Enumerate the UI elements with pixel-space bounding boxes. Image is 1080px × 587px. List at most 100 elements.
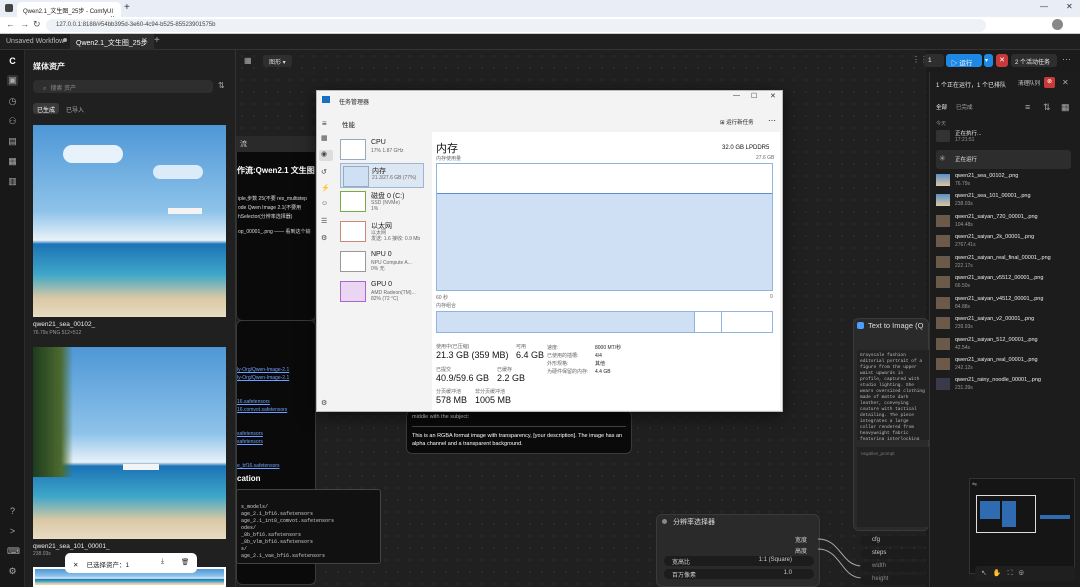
run-button[interactable]: ▷ 运行 <box>946 54 982 67</box>
close-window-icon[interactable]: ✕ <box>1066 2 1073 11</box>
clear-queue-button[interactable]: 清理队列 <box>1018 79 1040 87</box>
fit-view-icon[interactable]: ⛶ <box>1008 570 1019 577</box>
services-icon[interactable]: ⚙ <box>321 234 327 242</box>
queue-item[interactable]: qwen21_rainy_noodle_00001_.png 231.39s <box>936 376 1071 395</box>
height-widget[interactable]: height <box>860 575 929 585</box>
queue-tab-all[interactable]: 全部 <box>936 103 947 111</box>
batch-count-input[interactable]: 1 <box>924 54 944 67</box>
processes-icon[interactable]: ▦ <box>321 134 328 142</box>
media-assets-icon[interactable]: ▣ <box>7 75 18 86</box>
model-library-icon[interactable]: ▤ <box>7 136 18 147</box>
tab-generated[interactable]: 已生成 <box>33 103 60 114</box>
megapixels-widget[interactable]: 百万像素 1.0 <box>664 569 814 579</box>
queue-item[interactable]: qwen21_saiyan_v2_00001_.png 239.93s <box>936 315 1071 334</box>
active-tasks-button[interactable]: 2 个活动任务 <box>1011 54 1057 67</box>
model-link[interactable]: 16.comvot.safetensors <box>237 406 289 414</box>
asset-thumbnail-1[interactable] <box>33 125 226 317</box>
graph-mode-button[interactable]: 图形 ▾ <box>263 55 292 67</box>
asset-thumbnail-2[interactable] <box>33 347 226 539</box>
grid-view-icon[interactable]: ▦ <box>1061 102 1070 113</box>
queue-item[interactable]: qwen21_saiyan_2k_00001_.png 2767.41s <box>936 233 1071 252</box>
stop-button[interactable]: ✕ <box>996 54 1008 67</box>
terminal-icon[interactable]: > <box>7 526 18 537</box>
maximize-icon[interactable]: ☐ <box>751 92 757 100</box>
workflow-tab-unsaved[interactable]: Unsaved Workflow <box>0 34 70 50</box>
reload-icon[interactable]: ↻ <box>33 19 41 30</box>
close-tab-icon[interactable]: ✕ <box>141 36 148 45</box>
tab-imported[interactable]: 已导入 <box>62 103 88 114</box>
side-item-gpu[interactable]: GPU 0 AMD Radeon(TM)... 82% (72 °C) <box>340 281 424 305</box>
panel-toggle-icon[interactable]: ▦ <box>244 56 252 65</box>
model-link[interactable]: 16.safetensors <box>237 398 289 406</box>
close-panel-icon[interactable]: ✕ <box>1062 78 1069 87</box>
model-link[interactable]: safetensors <box>237 438 289 446</box>
templates-icon[interactable]: ▥ <box>7 176 18 187</box>
new-tab-icon[interactable]: + <box>124 2 130 13</box>
queue-item[interactable]: qwen21_saiyan_720_00001_.png 104.48s <box>936 213 1071 232</box>
add-workflow-icon[interactable]: + <box>154 35 160 46</box>
run-new-task-button[interactable]: ⊞ 运行新任务 <box>720 118 754 126</box>
minimize-icon[interactable]: — <box>1040 2 1048 11</box>
tm-settings-icon[interactable]: ⚙ <box>321 399 327 407</box>
steps-widget[interactable]: steps <box>860 549 929 559</box>
more-options-icon[interactable]: ⋯ <box>768 116 776 125</box>
node-library-icon[interactable]: ⚇ <box>7 116 18 127</box>
forward-icon[interactable]: → <box>20 19 29 29</box>
pointer-icon[interactable]: ↖ <box>981 570 993 577</box>
performance-icon[interactable]: ◉ <box>319 150 333 161</box>
running-item[interactable]: 正在执行... 17:21:51 <box>936 128 1071 147</box>
side-item-cpu[interactable]: CPU 17% 1.87 GHz <box>340 139 424 163</box>
app-history-icon[interactable]: ↺ <box>321 168 327 176</box>
model-link[interactable]: ly-Org/Qwen-Image-2.1 <box>237 374 289 382</box>
startup-apps-icon[interactable]: ⚡ <box>321 184 330 192</box>
positive-prompt-text[interactable]: Grayscale fashion editorial portrait of … <box>857 350 929 440</box>
details-icon[interactable]: ☰ <box>321 217 327 225</box>
filter-icon[interactable]: ≡ <box>1025 102 1030 112</box>
sort-icon[interactable]: ⇅ <box>1043 102 1051 113</box>
hand-icon[interactable]: ✋ <box>993 570 1008 577</box>
zoom-icon[interactable]: ⊕ <box>1019 570 1030 577</box>
url-input[interactable]: 127.0.0.1:8188/#54bb395d-3e60-4c94-b525-… <box>46 19 986 32</box>
model-link[interactable]: safetensors <box>237 430 289 438</box>
close-icon[interactable]: ✕ <box>770 92 776 100</box>
settings-icon[interactable]: ⚙ <box>7 566 18 577</box>
minimap-settings-icon[interactable]: ⇋ <box>972 481 977 488</box>
more-menu-icon[interactable]: ⋯ <box>1062 54 1071 65</box>
back-icon[interactable]: ← <box>6 19 15 29</box>
side-item-ethernet[interactable]: 以太网 以太网 发送: 1.6 接收: 0.9 Mb <box>340 221 424 245</box>
queue-item[interactable]: qwen21_saiyan_real_final_00001_.png 222.1… <box>936 254 1071 273</box>
queue-item[interactable]: qwen21_saiyan_512_00001_.png 42.54s <box>936 336 1071 355</box>
model-link[interactable]: ly-Org/Qwen-Image-2.1 <box>237 366 289 374</box>
delete-icon[interactable]: 🗑 <box>181 558 189 566</box>
download-icon[interactable]: ⤓ <box>161 558 164 566</box>
minimap[interactable]: ⇋ <box>969 478 1075 574</box>
model-link[interactable]: e_bf16.safetensors <box>237 462 289 470</box>
node-collapse-dot[interactable] <box>662 519 667 524</box>
clear-selection-icon[interactable]: ✕ <box>73 562 78 569</box>
cfg-widget[interactable]: cfg <box>860 536 929 546</box>
queue-item[interactable]: qwen21_saiyan_v5512_00001_.png 66.50s <box>936 274 1071 293</box>
shortcuts-icon[interactable]: ⌨ <box>7 546 20 557</box>
in-progress-item[interactable]: ✳ 正在运行 <box>936 150 1071 169</box>
queue-tab-completed[interactable]: 已完成 <box>956 103 973 111</box>
help-icon[interactable]: ? <box>7 506 18 517</box>
side-item-disk[interactable]: 磁盘 0 (C:) SSD (NVMe) 1% <box>340 191 424 215</box>
run-options-button[interactable]: ▾ <box>984 54 993 67</box>
queue-item[interactable]: qwen21_sea_00102_.png 76.79s <box>936 172 1071 191</box>
minimize-icon[interactable]: — <box>733 92 740 99</box>
side-item-memory[interactable]: 内存 21.3/27.6 GB (77%) <box>340 163 424 188</box>
side-item-npu[interactable]: NPU 0 NPU Compute A... 0% 无 <box>340 251 424 275</box>
cancel-icon[interactable]: ⊗ <box>1044 77 1055 88</box>
browser-tab[interactable]: Qwen2.1_文生图_25步 - ComfyUI✕ <box>17 2 121 17</box>
users-icon[interactable]: ☺ <box>321 200 328 207</box>
workflows-icon[interactable]: ▦ <box>7 156 18 167</box>
sort-icon[interactable]: ⇅ <box>218 81 225 90</box>
aspect-ratio-widget[interactable]: 宽高比 1:1 (Square) <box>664 556 814 566</box>
queue-item[interactable]: qwen21_saiyan_v4512_00001_.png 84.88s <box>936 295 1071 314</box>
queue-item[interactable]: qwen21_saiyan_real_00001_.png 242.12s <box>936 356 1071 375</box>
tab-list-icon[interactable] <box>5 4 13 12</box>
hamburger-menu-icon[interactable]: ≡ <box>322 119 327 128</box>
negative-prompt-field[interactable]: negative_prompt <box>857 447 929 527</box>
profile-avatar[interactable] <box>1052 19 1063 30</box>
queue-item[interactable]: qwen21_sea_101_00001_.png 238.03s <box>936 192 1071 211</box>
